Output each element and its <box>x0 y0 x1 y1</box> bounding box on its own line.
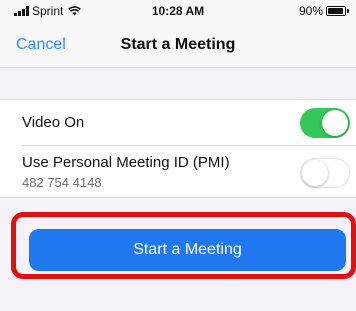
battery-icon <box>326 6 349 16</box>
video-on-toggle[interactable] <box>300 108 350 138</box>
start-meeting-screen: Sprint 10:28 AM 90% Cancel Start a Meeti… <box>0 0 356 311</box>
pmi-meeting-id: 482 754 4148 <box>22 175 102 190</box>
video-on-label: Video On <box>22 114 85 131</box>
pmi-toggle[interactable] <box>300 158 350 188</box>
battery-percent: 90% <box>298 4 323 18</box>
meeting-options-group: Video On Use Personal Meeting ID (PMI) 4… <box>0 99 356 198</box>
cancel-button[interactable]: Cancel <box>16 36 66 54</box>
pmi-label: Use Personal Meeting ID (PMI) <box>22 154 230 171</box>
status-right: 90% <box>298 4 349 18</box>
navigation-bar: Cancel Start a Meeting <box>0 22 356 68</box>
toggle-knob <box>302 160 328 186</box>
status-bar: Sprint 10:28 AM 90% <box>0 0 356 22</box>
toggle-knob <box>322 110 348 136</box>
start-meeting-button[interactable]: Start a Meeting <box>29 229 346 271</box>
pmi-row: Use Personal Meeting ID (PMI) 482 754 41… <box>22 145 356 197</box>
video-on-row: Video On <box>0 100 356 145</box>
